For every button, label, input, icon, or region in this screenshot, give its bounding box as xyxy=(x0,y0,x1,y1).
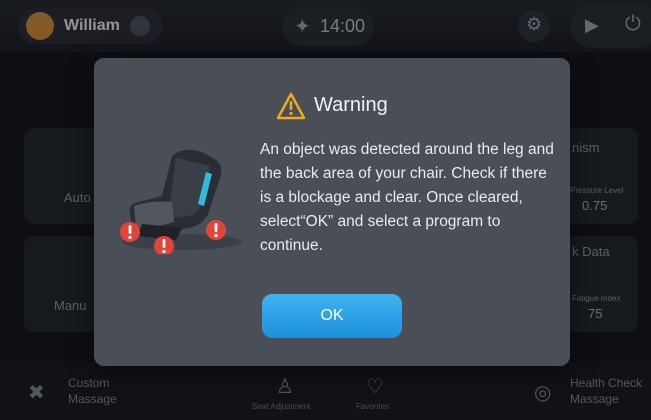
warning-dialog: Warning An object was detected around th… xyxy=(94,58,570,366)
dialog-title: Warning xyxy=(314,94,388,116)
dialog-message: An object was detected around the leg an… xyxy=(260,141,554,254)
massage-chair-icon xyxy=(120,149,242,254)
ok-button[interactable]: OK xyxy=(262,294,402,338)
warning-icon xyxy=(276,92,306,120)
